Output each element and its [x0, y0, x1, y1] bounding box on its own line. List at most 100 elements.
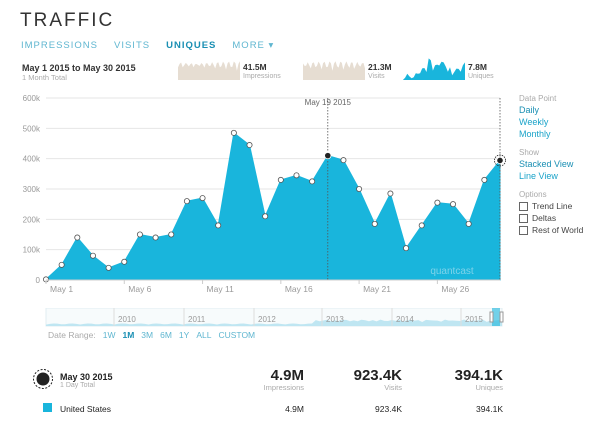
- rest-of-world-checkbox[interactable]: Rest of World: [519, 225, 583, 235]
- x-tick-label: May 16: [285, 284, 313, 294]
- data-point[interactable]: [356, 186, 363, 193]
- data-point[interactable]: [324, 152, 332, 160]
- data-point[interactable]: [277, 176, 284, 183]
- range-6m[interactable]: 6M: [160, 330, 172, 340]
- checkbox-icon: [519, 213, 528, 223]
- navigator-handle-right[interactable]: [499, 311, 504, 323]
- series-area[interactable]: [45, 131, 501, 281]
- selected-point-icon: [33, 369, 53, 389]
- date-range-selector-label: Date Range:: [48, 330, 96, 340]
- data-point[interactable]: [215, 222, 222, 229]
- data-point[interactable]: [230, 129, 237, 136]
- tab-impressions[interactable]: IMPRESSIONS: [21, 40, 98, 51]
- show-stacked-view[interactable]: Stacked View: [519, 159, 573, 169]
- trend-line-label: Trend Line: [532, 201, 573, 211]
- country-impressions: 4.9M: [285, 404, 304, 414]
- range-3m[interactable]: 3M: [141, 330, 153, 340]
- navigator-year-label: 2011: [188, 315, 206, 324]
- data-point[interactable]: [309, 178, 316, 185]
- data-point[interactable]: [403, 245, 410, 252]
- country-uniques: 394.1K: [476, 404, 503, 414]
- uniques-spark-value: 7.8M: [468, 62, 487, 72]
- checkbox-icon: [519, 225, 528, 235]
- trend-line-checkbox[interactable]: Trend Line: [519, 201, 572, 211]
- impressions-spark-value: 41.5M: [243, 62, 267, 72]
- range-1w[interactable]: 1W: [103, 330, 116, 340]
- data-point[interactable]: [293, 172, 300, 179]
- data-point[interactable]: [183, 198, 190, 205]
- visits-sparkline[interactable]: [303, 58, 365, 80]
- tab-uniques[interactable]: UNIQUES: [166, 40, 216, 51]
- data-point[interactable]: [152, 234, 159, 241]
- data-point[interactable]: [465, 220, 472, 227]
- data-point-heading: Data Point: [519, 94, 557, 103]
- data-point[interactable]: [199, 195, 206, 202]
- navigator-handle-left[interactable]: [489, 311, 494, 323]
- uniques-area-chart[interactable]: 0 100k 200k 300k 400k 500k 600k quantcast May 19…: [0, 88, 510, 300]
- navigator-year-label: 2015: [465, 315, 483, 324]
- show-line-view[interactable]: Line View: [519, 171, 558, 181]
- country-name: United States: [60, 404, 112, 414]
- data-point[interactable]: [74, 234, 81, 241]
- date-range-selector: Date Range: 1W 1M 3M 6M 1Y ALL CUSTOM: [48, 330, 255, 340]
- uniques-sparkline[interactable]: [403, 56, 465, 80]
- y-tick-label: 400k: [23, 155, 41, 164]
- data-point[interactable]: [450, 201, 457, 208]
- watermark-text: quantcast: [430, 266, 474, 277]
- impressions-sparkline[interactable]: [178, 58, 240, 80]
- uniques-spark-label: Uniques: [468, 73, 494, 80]
- tab-more[interactable]: MORE ▾: [232, 40, 274, 51]
- data-point-weekly[interactable]: Weekly: [519, 117, 548, 127]
- summary-date: May 30 2015: [60, 372, 113, 382]
- data-point[interactable]: [387, 190, 394, 197]
- data-point-monthly[interactable]: Monthly: [519, 129, 551, 139]
- page-title: TRAFFIC: [20, 10, 115, 31]
- show-heading: Show: [519, 148, 540, 157]
- data-point[interactable]: [262, 213, 269, 220]
- data-point[interactable]: [246, 142, 253, 149]
- data-point[interactable]: [89, 252, 96, 259]
- range-1y[interactable]: 1Y: [179, 330, 189, 340]
- tab-visits[interactable]: VISITS: [114, 40, 150, 51]
- country-color-swatch: [43, 403, 52, 412]
- deltas-checkbox[interactable]: Deltas: [519, 213, 556, 223]
- data-point[interactable]: [371, 220, 378, 227]
- range-all[interactable]: ALL: [196, 330, 211, 340]
- data-point[interactable]: [496, 156, 504, 165]
- data-point[interactable]: [418, 222, 425, 229]
- y-tick-label: 100k: [23, 246, 41, 255]
- x-tick-label: May 11: [207, 284, 235, 294]
- options-heading: Options: [519, 190, 547, 199]
- deltas-label: Deltas: [532, 213, 557, 223]
- date-range-label: May 1 2015 to May 30 2015: [22, 63, 136, 73]
- navigator-year-label: 2010: [118, 315, 136, 324]
- summary-sub: 1 Day Total: [60, 382, 95, 389]
- checkbox-icon: [519, 201, 528, 211]
- data-point[interactable]: [121, 258, 128, 265]
- summary-impressions-label: Impressions: [263, 383, 304, 392]
- data-point[interactable]: [340, 157, 347, 164]
- data-point[interactable]: [105, 264, 112, 271]
- visits-spark-value: 21.3M: [368, 62, 392, 72]
- x-tick-label: May 21: [363, 284, 391, 294]
- x-tick-label: May 6: [128, 284, 151, 294]
- data-point[interactable]: [58, 261, 65, 268]
- data-point[interactable]: [481, 176, 488, 183]
- data-point[interactable]: [136, 231, 143, 238]
- y-tick-label: 0: [36, 276, 41, 285]
- y-tick-label: 600k: [23, 94, 41, 103]
- navigator-year-label: 2012: [258, 315, 276, 324]
- navigator-year-label: 2013: [326, 315, 344, 324]
- summary-uniques-label: Uniques: [475, 383, 503, 392]
- timeline-navigator[interactable]: 2010 2011 2012 2013 2014 2015: [0, 308, 510, 328]
- y-tick-label: 300k: [23, 185, 41, 194]
- data-point[interactable]: [168, 231, 175, 238]
- metric-tabs: IMPRESSIONS VISITS UNIQUES MORE ▾: [21, 40, 274, 51]
- y-tick-label: 200k: [23, 215, 41, 224]
- data-point[interactable]: [434, 199, 441, 206]
- data-point-daily[interactable]: Daily: [519, 105, 539, 115]
- impressions-spark-label: Impressions: [243, 73, 281, 80]
- summary-uniques-value: 394.1K: [454, 367, 503, 384]
- range-custom[interactable]: CUSTOM: [218, 330, 255, 340]
- range-1m[interactable]: 1M: [122, 330, 134, 340]
